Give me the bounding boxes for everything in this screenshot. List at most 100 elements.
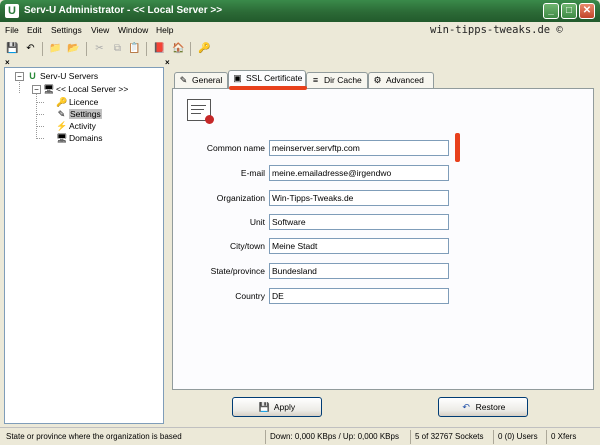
apply-button[interactable]: 💾 Apply (232, 397, 322, 417)
server-computer-icon: 🖥 (43, 84, 55, 94)
tree-line (36, 94, 37, 139)
pencil-icon: ✎ (179, 75, 188, 85)
unit-field[interactable] (269, 214, 449, 230)
menu-window[interactable]: Window (118, 25, 148, 35)
menu-help[interactable]: Help (156, 25, 173, 35)
menu-view[interactable]: View (91, 25, 109, 35)
common-name-field[interactable] (269, 140, 449, 156)
label-state-province: State/province (210, 266, 265, 276)
tab-dir-cache[interactable]: ≡ Dir Cache (306, 72, 368, 88)
tree-item-local-server[interactable]: 🖥 << Local Server >> (43, 83, 128, 95)
apply-label: Apply (273, 402, 296, 412)
wizard-icon[interactable]: 🔑 (197, 42, 212, 56)
tree-item-label: Settings (69, 109, 102, 119)
tree-item-label: Serv-U Servers (40, 71, 99, 81)
tree-line (36, 102, 44, 103)
country-field[interactable] (269, 288, 449, 304)
copy-icon[interactable]: ⧉ (110, 42, 125, 56)
email-field[interactable] (269, 165, 449, 181)
certificate-icon (187, 99, 214, 124)
status-xfers: 0 Xfers (546, 430, 598, 444)
tree-item-label: Activity (69, 121, 96, 131)
tree-item-domains[interactable]: 🖥 Domains (56, 132, 103, 144)
cut-icon[interactable]: ✂ (92, 42, 107, 56)
label-city-town: City/town (230, 241, 265, 251)
toolbar-separator (86, 42, 87, 56)
tab-general[interactable]: ✎ General (174, 72, 228, 88)
tree-item-serv-u-servers[interactable]: U Serv-U Servers (27, 70, 98, 82)
status-sockets: 5 of 32767 Sockets (410, 430, 492, 444)
folder-new-icon[interactable]: 📂 (66, 42, 81, 56)
menu-settings[interactable]: Settings (51, 25, 82, 35)
toolbar: 💾 ↶ 📁 📂 ✂ ⧉ 📋 📕 🏠 🔑 (0, 39, 600, 59)
restore-arrow-icon: ↶ (462, 402, 470, 412)
certificate-icon: ▣ (233, 73, 242, 83)
collapse-toggle-server[interactable]: − (32, 85, 41, 94)
left-pane-close-icon[interactable]: × (5, 59, 10, 67)
advanced-icon: ⚙ (373, 75, 382, 85)
serv-u-app-icon: U (5, 4, 19, 18)
settings-panel: ✎ General ▣ SSL Certificate ≡ Dir Cache ⚙ Ad… (170, 67, 596, 425)
tree-line (36, 114, 44, 115)
label-organization: Organization (216, 193, 265, 203)
tree-item-licence[interactable]: 🔑 Licence (56, 96, 98, 108)
title-bar: U Serv-U Administrator - << Local Server… (0, 0, 600, 22)
key-icon: 🔑 (56, 97, 68, 107)
city-town-field[interactable] (269, 238, 449, 254)
restore-label: Restore (475, 402, 506, 412)
tree-line (36, 138, 44, 139)
status-hint: State or province where the organization… (6, 432, 182, 441)
status-bar: State or province where the organization… (0, 427, 600, 445)
state-province-field[interactable] (269, 263, 449, 279)
menu-file[interactable]: File (5, 25, 19, 35)
minimize-button[interactable]: _ (543, 3, 559, 19)
tree-item-label: Domains (69, 133, 103, 143)
apply-disk-icon: 💾 (258, 402, 271, 412)
domains-icon: 🖥 (56, 133, 68, 143)
toolbar-separator (190, 42, 191, 56)
ssl-certificate-page: Common name E-mail Organization Unit Cit… (172, 88, 594, 390)
status-users: 0 (0) Users (493, 430, 545, 444)
button-row: 💾 Apply ↶ Restore (172, 392, 594, 424)
tree-item-label: Licence (69, 97, 99, 107)
label-email: E-mail (240, 168, 265, 178)
tab-label: Advanced (386, 75, 424, 85)
label-unit: Unit (249, 217, 265, 227)
tree-item-settings[interactable]: ✎ Settings (56, 108, 102, 120)
label-country: Country (235, 291, 265, 301)
save-icon[interactable]: 💾 (5, 42, 20, 56)
tab-label: General (192, 75, 223, 85)
tab-label: SSL Certificate (246, 73, 303, 83)
server-tree: − U Serv-U Servers − 🖥 << Local Server >> … (4, 67, 164, 424)
watermark: win-tipps-tweaks.de © (430, 24, 563, 36)
tree-item-activity[interactable]: ⚡ Activity (56, 120, 96, 132)
book-icon[interactable]: 📕 (152, 42, 167, 56)
activity-icon: ⚡ (56, 121, 68, 131)
folder-up-icon[interactable]: 📁 (48, 42, 63, 56)
toolbar-separator (146, 42, 147, 56)
label-common-name: Common name (206, 143, 265, 153)
cache-icon: ≡ (312, 75, 319, 85)
tab-label: Dir Cache (324, 75, 362, 85)
status-transfer-rate: Down: 0,000 KBps / Up: 0,000 KBps (265, 430, 409, 444)
tree-item-label: << Local Server >> (56, 84, 129, 94)
restore-button[interactable]: ↶ Restore (438, 397, 528, 417)
maximize-button[interactable]: □ (561, 3, 577, 19)
annotation-marker (455, 133, 460, 162)
paste-icon[interactable]: 📋 (127, 42, 142, 56)
annotation-underline (229, 86, 307, 90)
serv-u-logo-icon: U (29, 71, 36, 81)
tree-line (19, 79, 20, 93)
window-title: Serv-U Administrator - << Local Server >… (24, 5, 223, 16)
tab-advanced[interactable]: ⚙ Advanced (368, 72, 434, 88)
toolbar-separator (42, 42, 43, 56)
home-icon[interactable]: 🏠 (171, 42, 186, 56)
right-pane-close-icon[interactable]: × (165, 59, 170, 67)
menu-edit[interactable]: Edit (27, 25, 42, 35)
collapse-toggle-root[interactable]: − (15, 72, 24, 81)
settings-icon: ✎ (57, 109, 66, 119)
close-button[interactable]: ✕ (579, 3, 595, 19)
undo-icon[interactable]: ↶ (23, 42, 38, 56)
tree-line (36, 126, 44, 127)
organization-field[interactable] (269, 190, 449, 206)
